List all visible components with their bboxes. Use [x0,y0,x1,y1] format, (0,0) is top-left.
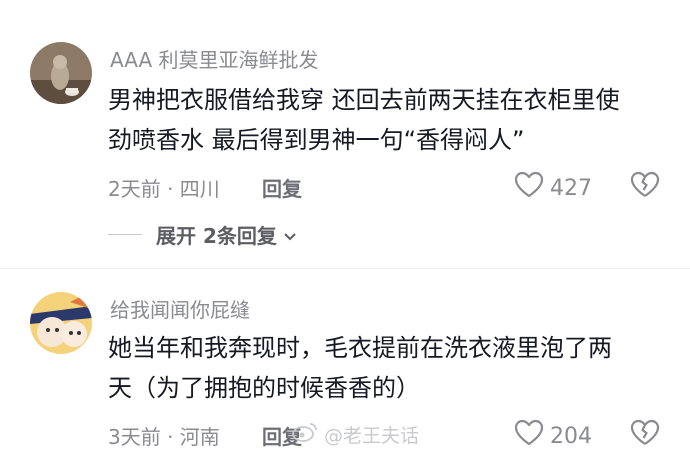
comment-divider [0,268,690,269]
heart-outline-icon [514,171,544,205]
expand-replies-label: 展开 2条回复 [156,224,277,248]
weibo-icon [292,422,318,447]
chevron-down-icon [283,223,297,247]
comment-text-line: 天（为了拥抱的时候香香的） [108,374,420,402]
watermark-text: @老王夫话 [324,425,420,447]
username[interactable]: AAA 利莫里亚海鲜批发 [110,44,319,73]
comment-text: 她当年和我奔现时，毛衣提前在洗衣液里泡了两 天（为了拥抱的时候香香的） [108,328,668,408]
dislike-button[interactable] [630,171,660,203]
reply-button[interactable]: 回复 [262,173,302,202]
comment-text-line: 男神把衣服借给我穿 还回去前两天挂在衣柜里使 [108,86,620,114]
heart-outline-icon [514,419,544,453]
broken-heart-icon [630,419,660,451]
expand-divider-line [108,234,142,235]
expand-replies-button[interactable]: 展开 2条回复 [108,220,297,249]
like-count: 204 [550,423,592,449]
avatar[interactable] [30,42,92,104]
watermark: @老王夫话 [292,421,419,448]
avatar[interactable] [30,292,92,354]
username[interactable]: 给我闻闻你屁缝 [110,294,250,323]
comment-text: 男神把衣服借给我穿 还回去前两天挂在衣柜里使 劲喷香水 最后得到男神一句“香得闷… [108,80,668,160]
comment-text-line: 劲喷香水 最后得到男神一句“香得闷人” [108,126,525,154]
dislike-button[interactable] [630,419,660,451]
comment-meta: 2天前 · 四川 [108,177,220,201]
comment-meta: 3天前 · 河南 [108,425,220,449]
comment-text-line: 她当年和我奔现时，毛衣提前在洗衣液里泡了两 [108,334,612,362]
broken-heart-icon [630,171,660,203]
like-count: 427 [550,175,592,201]
like-button[interactable]: 427 [514,171,592,205]
like-button[interactable]: 204 [514,419,592,453]
